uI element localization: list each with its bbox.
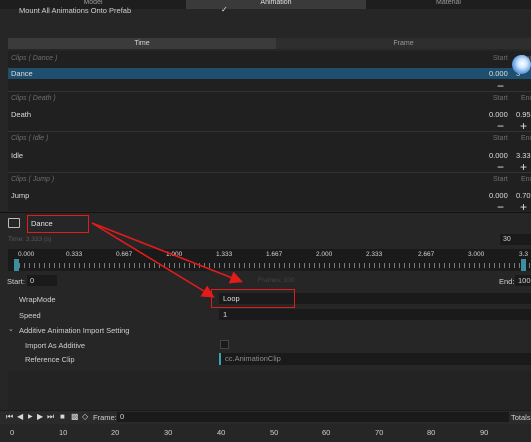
stop-icon[interactable]: ■ <box>60 413 65 421</box>
first-frame-icon[interactable]: ⏮ <box>6 413 13 421</box>
bottom-tick: 20 <box>111 428 120 437</box>
prev-frame-icon[interactable]: ◀ <box>17 413 23 421</box>
next-frame-icon[interactable]: ▶ <box>37 413 43 421</box>
last-frame-icon[interactable]: ⏭ <box>47 413 54 421</box>
bottom-tick: 60 <box>322 428 331 437</box>
bottom-tick: 10 <box>59 428 68 437</box>
bottom-tick: 0 <box>10 428 15 437</box>
bottom-tick: 50 <box>270 428 279 437</box>
bottom-tick: 80 <box>427 428 436 437</box>
annotation-arrows <box>91 222 243 298</box>
frame-label: Frame: <box>93 413 117 422</box>
frame-input[interactable]: 0 <box>117 412 509 422</box>
diamond-icon[interactable]: ◇ <box>82 413 88 421</box>
bottom-tick: 30 <box>164 428 173 437</box>
bottom-tick: 40 <box>217 428 226 437</box>
play-icon[interactable]: ▶ <box>28 413 33 421</box>
totals-label: Totals: <box>511 413 531 422</box>
bottom-tick: 90 <box>480 428 489 437</box>
keyframe-icon[interactable]: ▩ <box>71 413 79 421</box>
bottom-tick: 70 <box>375 428 384 437</box>
bottom-ruler[interactable] <box>0 424 531 442</box>
